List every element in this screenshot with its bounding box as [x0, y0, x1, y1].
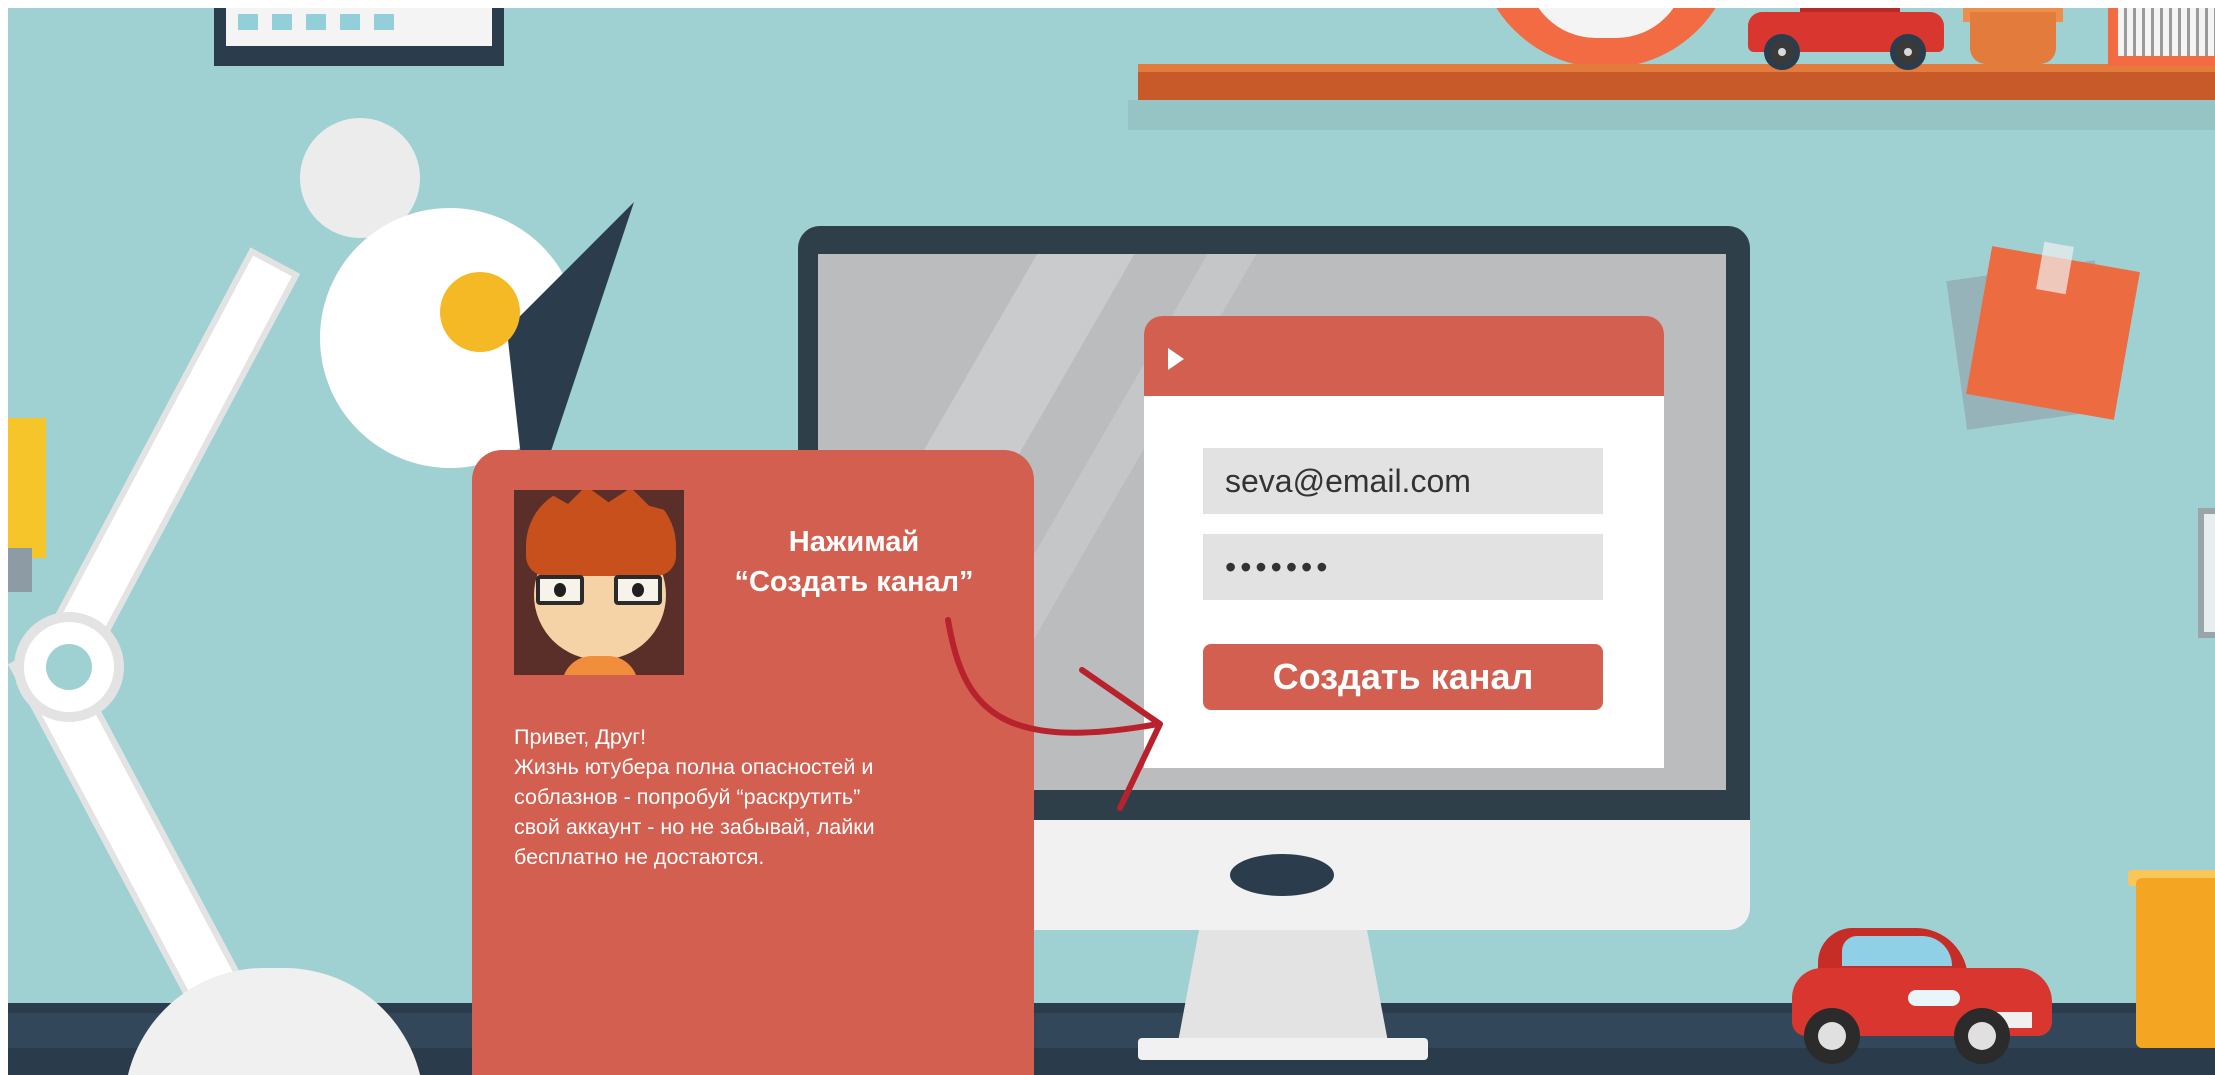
car-window	[1842, 936, 1952, 966]
play-icon	[1168, 348, 1184, 370]
lamp-bulb	[440, 272, 520, 352]
car-headlight	[1908, 990, 1960, 1006]
login-window: Создать канал	[1144, 316, 1664, 768]
speech-body: Привет, Друг! Жизнь ютубера полна опасно…	[514, 722, 974, 872]
speech-card: Нажимай “Создать канал” Привет, Друг! Жи…	[472, 450, 1034, 1075]
speech-title-line: Нажимай	[788, 526, 920, 558]
login-window-header	[1144, 316, 1664, 396]
create-channel-button[interactable]: Создать канал	[1203, 644, 1603, 710]
wall-poster-grey	[8, 548, 32, 592]
avatar	[514, 490, 684, 675]
avatar-glasses	[536, 575, 662, 605]
wall-frame-dots	[238, 14, 394, 30]
lamp-base	[124, 968, 424, 1075]
speech-body-line: бесплатно не достаются.	[514, 845, 765, 869]
illustration-scene: Создать канал Нажимай “Создать канал” Пр…	[8, 8, 2215, 1075]
password-field[interactable]	[1203, 534, 1603, 600]
speech-body-line: Жизнь ютубера полна опасностей и	[514, 755, 874, 779]
wall-poster-yellow	[8, 418, 46, 558]
speech-body-line: свой аккаунт - но не забывай, лайки	[514, 815, 875, 839]
monitor-stand	[1178, 930, 1388, 1042]
pencil-cup	[2136, 878, 2215, 1048]
wall-shelf-top	[1138, 64, 2215, 72]
speech-body-line: соблазнов - попробуй “раскрутить”	[514, 785, 861, 809]
car-wheel	[1954, 1008, 2010, 1064]
speech-title-line: “Создать канал”	[734, 566, 974, 598]
toy-car-wheel	[1764, 34, 1800, 70]
speech-title: Нажимай “Создать канал”	[704, 522, 1004, 602]
speech-body-line: Привет, Друг!	[514, 725, 647, 749]
avatar-hair	[526, 490, 676, 576]
wall-frame-right	[2198, 508, 2215, 638]
avatar-shirt	[562, 656, 638, 675]
toy-car-wheel	[1890, 34, 1926, 70]
monitor-logo	[1230, 854, 1334, 896]
monitor-stand-base	[1138, 1038, 1428, 1060]
car-wheel	[1804, 1008, 1860, 1064]
email-field[interactable]	[1203, 448, 1603, 514]
shelf-shadow	[1128, 100, 2215, 130]
lamp-joint-hole	[46, 644, 92, 690]
flower-pot	[1970, 12, 2056, 64]
books	[2118, 8, 2215, 56]
